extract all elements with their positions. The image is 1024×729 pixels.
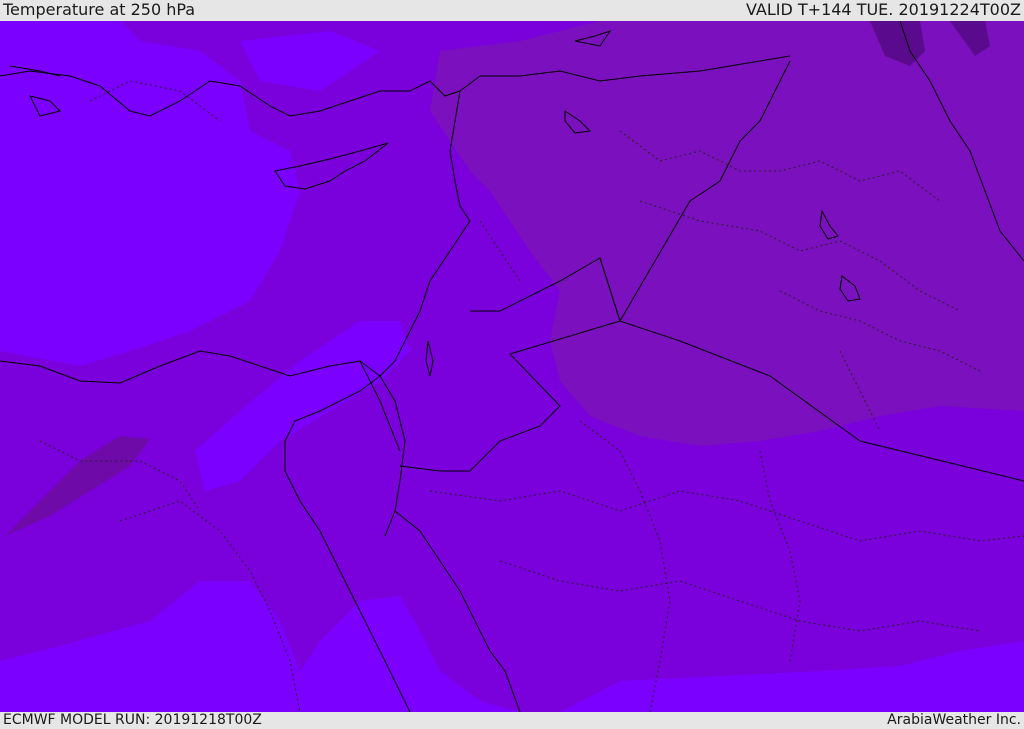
credit-label: ArabiaWeather Inc.	[887, 712, 1021, 728]
map-header: Temperature at 250 hPa VALID T+144 TUE. …	[0, 0, 1024, 21]
model-run-label: ECMWF MODEL RUN: 20191218T00Z	[3, 712, 262, 728]
weather-map[interactable]	[0, 21, 1024, 712]
map-canvas	[0, 21, 1024, 712]
valid-time: VALID T+144 TUE. 20191224T00Z	[745, 0, 1021, 19]
map-footer: ECMWF MODEL RUN: 20191218T00Z ArabiaWeat…	[0, 712, 1024, 729]
map-title: Temperature at 250 hPa	[3, 0, 196, 19]
